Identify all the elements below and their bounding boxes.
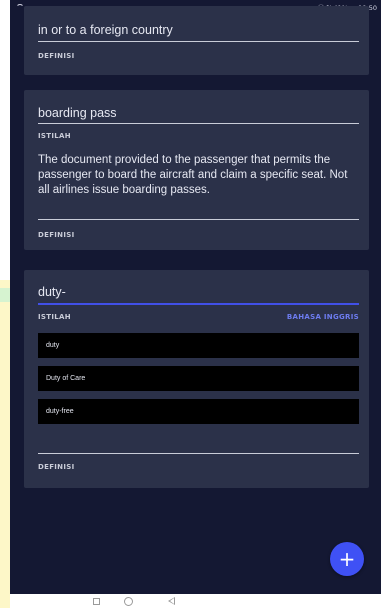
definition-label-1: DEFINISI — [38, 52, 75, 60]
wifi-icon — [16, 4, 24, 10]
term-field-2[interactable]: boarding pass — [38, 106, 117, 120]
term-label-2: ISTILAH — [38, 132, 71, 140]
suggestion-item[interactable]: duty-free — [38, 399, 359, 424]
app-screen: ⦿ ℕ 41% ▭ 19:50 in or to a foreign count… — [10, 0, 381, 594]
system-nav-bar — [10, 594, 381, 608]
term-underline-1 — [38, 41, 359, 42]
edge-highlight-green — [0, 288, 10, 302]
definition-field-2[interactable]: The document provided to the passenger t… — [38, 153, 358, 198]
suggestion-item[interactable]: Duty of Care — [38, 366, 359, 391]
definition-underline-3 — [38, 453, 359, 454]
home-icon[interactable] — [124, 597, 133, 606]
flashcard-2: boarding pass ISTILAH The document provi… — [24, 90, 369, 250]
flashcard-3: duty- ISTILAH BAHASA INGGRIS duty Duty o… — [24, 270, 369, 488]
suggestion-item[interactable]: duty — [38, 333, 359, 358]
left-edge-strip — [0, 0, 10, 608]
edge-highlight-yellow — [0, 280, 10, 608]
definition-label-3: DEFINISI — [38, 463, 75, 471]
add-card-button[interactable]: + — [330, 542, 364, 576]
term-input-3[interactable]: duty- — [38, 285, 66, 299]
term-field-1[interactable]: in or to a foreign country — [38, 23, 173, 37]
term-underline-2 — [38, 123, 359, 124]
flashcard-1: in or to a foreign country DEFINISI — [24, 6, 369, 75]
definition-label-2: DEFINISI — [38, 231, 75, 239]
term-underline-active — [38, 303, 359, 305]
language-selector[interactable]: BAHASA INGGRIS — [287, 313, 359, 321]
back-icon[interactable] — [168, 597, 175, 605]
plus-icon: + — [338, 547, 356, 571]
recents-icon[interactable] — [93, 598, 100, 605]
definition-underline-2 — [38, 219, 359, 220]
term-label-3: ISTILAH — [38, 313, 71, 321]
